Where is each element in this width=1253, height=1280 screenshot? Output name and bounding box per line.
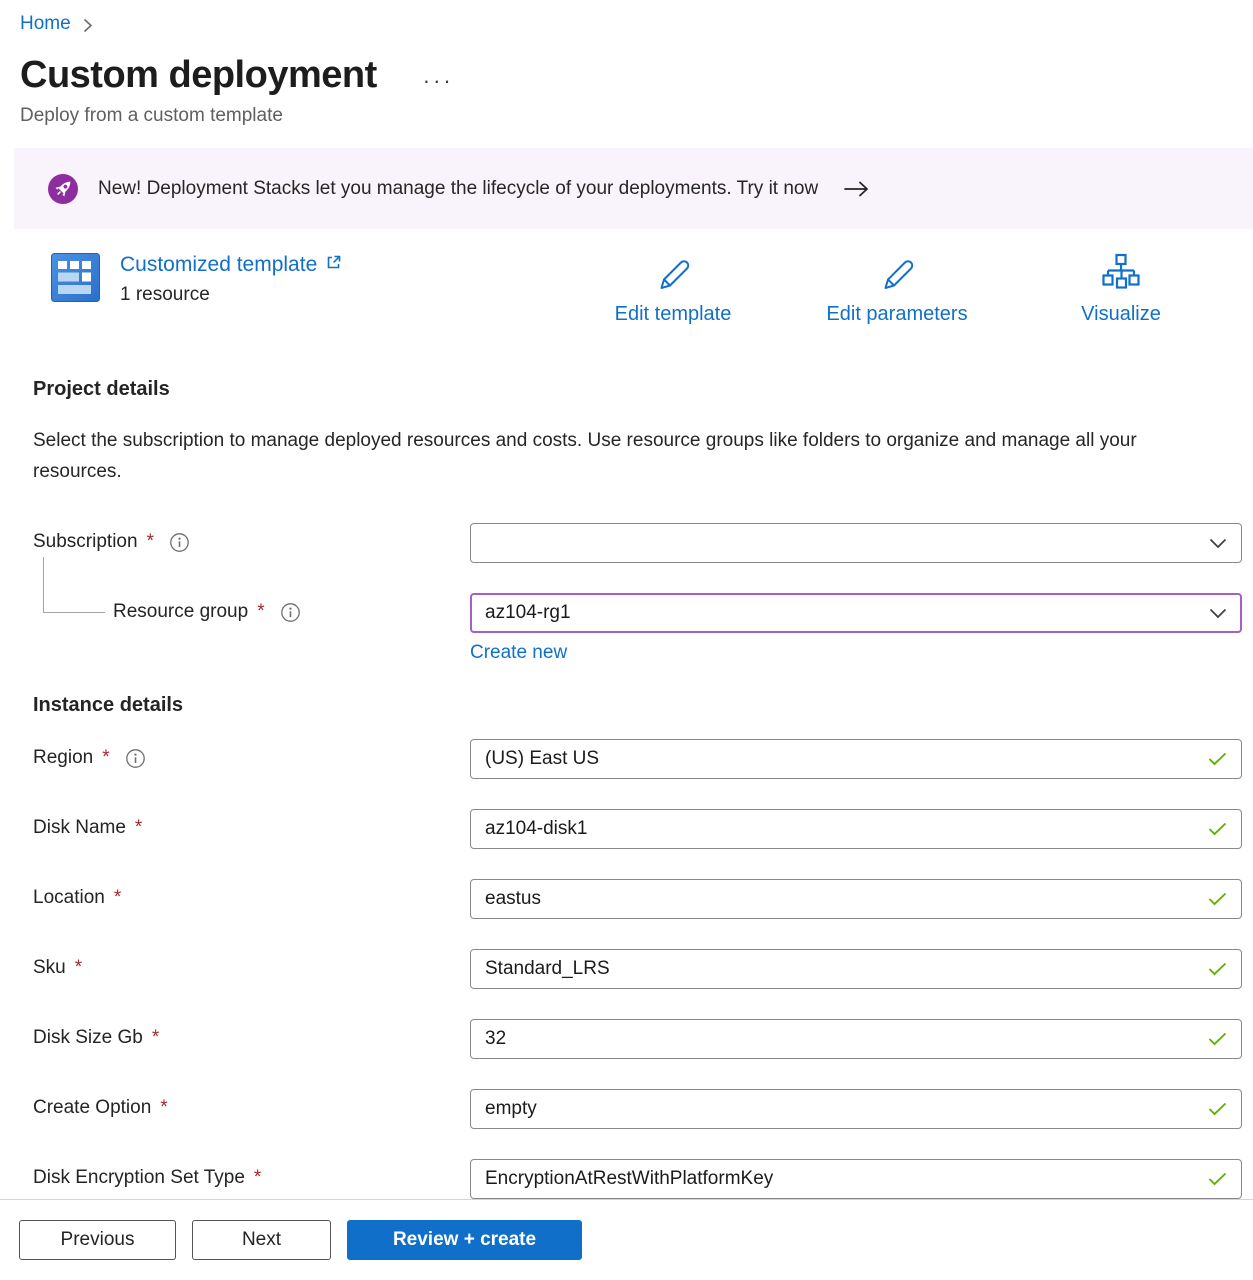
- sku-row: Sku * Standard_LRS: [33, 949, 1253, 989]
- instance-details-heading: Instance details: [33, 694, 1253, 717]
- resource-group-value: az104-rg1: [485, 602, 571, 624]
- required-asterisk: *: [114, 887, 121, 909]
- project-details-description: Select the subscription to manage deploy…: [33, 425, 1178, 487]
- disk-name-value: az104-disk1: [485, 818, 587, 840]
- disk-name-input[interactable]: az104-disk1: [470, 809, 1242, 849]
- external-link-icon: [325, 254, 342, 271]
- disk-size-row: Disk Size Gb * 32: [33, 1019, 1253, 1059]
- disk-encryption-set-type-label: Disk Encryption Set Type: [33, 1167, 245, 1189]
- project-details-form: Subscription * Resource group *: [20, 523, 1253, 664]
- required-asterisk: *: [147, 531, 154, 553]
- rocket-icon: [48, 174, 78, 204]
- create-option-label: Create Option: [33, 1097, 151, 1119]
- template-resource-count: 1 resource: [120, 284, 342, 306]
- location-value: eastus: [485, 888, 541, 910]
- page-subtitle: Deploy from a custom template: [20, 105, 1253, 127]
- deployment-stacks-banner[interactable]: New! Deployment Stacks let you manage th…: [14, 148, 1253, 229]
- valid-check-icon: [1208, 1102, 1227, 1116]
- disk-name-label: Disk Name: [33, 817, 126, 839]
- resource-group-connector-line: [43, 557, 105, 613]
- region-value: (US) East US: [485, 748, 599, 770]
- template-grid-icon: [51, 253, 100, 308]
- edit-parameters-label: Edit parameters: [826, 303, 967, 326]
- page-title: Custom deployment: [20, 54, 377, 97]
- resource-group-row: Resource group * az104-rg1 Create new: [33, 593, 1253, 664]
- valid-check-icon: [1208, 962, 1227, 976]
- hierarchy-icon: [1101, 253, 1141, 297]
- create-option-row: Create Option * empty: [33, 1089, 1253, 1129]
- location-row: Location * eastus: [33, 879, 1253, 919]
- resource-group-dropdown[interactable]: az104-rg1: [470, 593, 1242, 633]
- review-create-button[interactable]: Review + create: [347, 1220, 582, 1260]
- breadcrumb: Home: [20, 10, 1253, 38]
- disk-encryption-set-type-row: Disk Encryption Set Type * EncryptionAtR…: [33, 1159, 1253, 1199]
- breadcrumb-home-link[interactable]: Home: [20, 13, 71, 35]
- chevron-down-icon: [1209, 538, 1227, 549]
- required-asterisk: *: [102, 747, 109, 769]
- edit-template-label: Edit template: [615, 303, 732, 326]
- create-option-input[interactable]: empty: [470, 1089, 1242, 1129]
- sku-label: Sku: [33, 957, 66, 979]
- info-icon[interactable]: [280, 602, 301, 623]
- required-asterisk: *: [75, 957, 82, 979]
- region-input[interactable]: (US) East US: [470, 739, 1242, 779]
- resource-group-label: Resource group: [113, 601, 248, 623]
- disk-size-input[interactable]: 32: [470, 1019, 1242, 1059]
- create-option-value: empty: [485, 1098, 537, 1120]
- sku-input[interactable]: Standard_LRS: [470, 949, 1242, 989]
- valid-check-icon: [1208, 752, 1227, 766]
- disk-name-row: Disk Name * az104-disk1: [33, 809, 1253, 849]
- disk-encryption-set-type-value: EncryptionAtRestWithPlatformKey: [485, 1168, 773, 1190]
- chevron-right-icon: [83, 18, 93, 33]
- valid-check-icon: [1208, 1172, 1227, 1186]
- disk-size-value: 32: [485, 1028, 506, 1050]
- region-row: Region * (US) East US: [33, 739, 1253, 779]
- info-icon[interactable]: [125, 748, 146, 769]
- valid-check-icon: [1208, 1032, 1227, 1046]
- info-icon[interactable]: [169, 532, 190, 553]
- location-label: Location: [33, 887, 105, 909]
- disk-encryption-set-type-input[interactable]: EncryptionAtRestWithPlatformKey: [470, 1159, 1242, 1199]
- pencil-icon: [654, 253, 692, 297]
- project-details-heading: Project details: [33, 378, 1253, 401]
- edit-template-button[interactable]: Edit template: [593, 253, 753, 326]
- banner-message: New! Deployment Stacks let you manage th…: [98, 178, 818, 200]
- required-asterisk: *: [152, 1027, 159, 1049]
- disk-size-label: Disk Size Gb: [33, 1027, 143, 1049]
- more-options-icon[interactable]: ···: [423, 70, 454, 92]
- visualize-button[interactable]: Visualize: [1041, 253, 1201, 326]
- required-asterisk: *: [257, 601, 264, 623]
- template-card: Customized template 1 resource Edit temp…: [51, 253, 1253, 326]
- template-actions: Edit template Edit parameters: [593, 253, 1201, 326]
- chevron-down-icon: [1209, 608, 1227, 619]
- arrow-right-icon[interactable]: [844, 181, 870, 197]
- valid-check-icon: [1208, 822, 1227, 836]
- subscription-label: Subscription: [33, 531, 138, 553]
- region-label: Region: [33, 747, 93, 769]
- location-input[interactable]: eastus: [470, 879, 1242, 919]
- edit-parameters-button[interactable]: Edit parameters: [817, 253, 977, 326]
- required-asterisk: *: [135, 817, 142, 839]
- sku-value: Standard_LRS: [485, 958, 610, 980]
- custom-deployment-page: Home Custom deployment ··· Deploy from a…: [0, 0, 1253, 1199]
- valid-check-icon: [1208, 892, 1227, 906]
- visualize-label: Visualize: [1081, 303, 1161, 326]
- required-asterisk: *: [254, 1167, 261, 1189]
- create-new-link[interactable]: Create new: [470, 642, 567, 664]
- subscription-dropdown[interactable]: [470, 523, 1242, 563]
- previous-button[interactable]: Previous: [19, 1220, 176, 1260]
- next-button[interactable]: Next: [192, 1220, 331, 1260]
- required-asterisk: *: [160, 1097, 167, 1119]
- pencil-icon: [878, 253, 916, 297]
- footer-bar: Previous Next Review + create: [0, 1199, 1253, 1280]
- instance-details-form: Region * (US) East US Disk Name *: [20, 739, 1253, 1199]
- subscription-row: Subscription *: [33, 523, 1253, 563]
- customized-template-link[interactable]: Customized template: [120, 253, 317, 277]
